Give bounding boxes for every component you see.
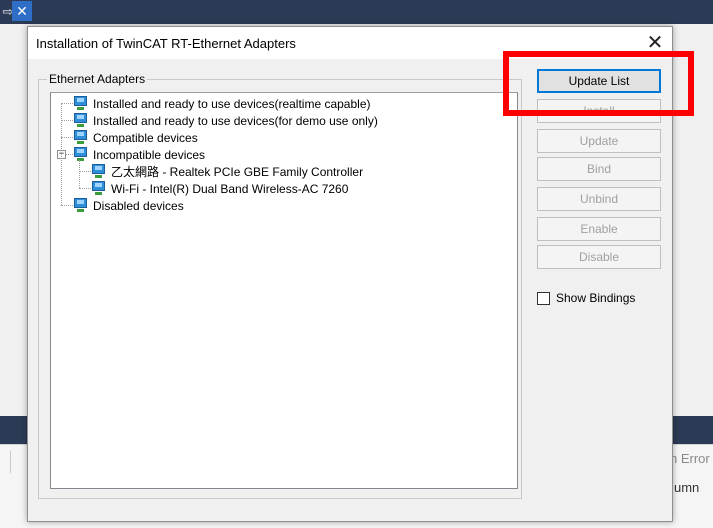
tree-node-label: Installed and ready to use devices(realt… <box>93 96 371 111</box>
column-header-fragment: umn <box>674 480 700 495</box>
dialog-title: Installation of TwinCAT RT-Ethernet Adap… <box>36 36 296 51</box>
tree-node-label: Installed and ready to use devices(for d… <box>93 113 378 128</box>
group-label: Ethernet Adapters <box>47 72 148 86</box>
network-adapter-icon <box>73 96 89 111</box>
enable-button[interactable]: Enable <box>537 217 661 241</box>
unbind-button[interactable]: Unbind <box>537 187 661 211</box>
tree-adapter[interactable]: 乙太網路 - Realtek PCIe GBE Family Controlle… <box>91 163 363 180</box>
tree-category[interactable]: Disabled devices <box>73 197 184 214</box>
network-adapter-icon <box>73 198 89 213</box>
tree-category[interactable]: Installed and ready to use devices(for d… <box>73 112 378 129</box>
tree-node-label: 乙太網路 - Realtek PCIe GBE Family Controlle… <box>111 165 364 179</box>
tree-node-label: Compatible devices <box>93 130 198 145</box>
network-adapter-icon <box>73 113 89 128</box>
tree-adapter[interactable]: Wi-Fi - Intel(R) Dual Band Wireless-AC 7… <box>91 180 348 197</box>
tree-connector <box>61 137 73 138</box>
tree-category[interactable]: Installed and ready to use devices(realt… <box>73 95 371 112</box>
tree-connector <box>79 188 91 189</box>
network-adapter-icon <box>91 181 107 196</box>
tree-connector <box>61 120 73 121</box>
ide-tab-close-icon[interactable]: ✕ <box>12 1 32 21</box>
adapter-tree[interactable]: Installed and ready to use devices(realt… <box>50 92 518 489</box>
tree-child-trunk <box>79 160 80 188</box>
tree-category[interactable]: Compatible devices <box>73 129 198 146</box>
tree-node-label: Wi-Fi - Intel(R) Dual Band Wireless-AC 7… <box>111 181 349 196</box>
tree-connector <box>61 205 73 206</box>
tree-category[interactable]: Incompatible devices <box>73 146 205 163</box>
tree-connector <box>79 171 91 172</box>
tree-node-label: Disabled devices <box>93 198 184 213</box>
bind-button[interactable]: Bind <box>537 157 661 181</box>
tree-trunk <box>61 103 62 205</box>
network-adapter-icon <box>73 130 89 145</box>
network-adapter-icon <box>73 147 89 162</box>
show-bindings-checkbox[interactable] <box>537 291 550 305</box>
tree-connector <box>61 103 73 104</box>
update-button[interactable]: Update <box>537 129 661 153</box>
show-bindings-option[interactable]: Show Bindings <box>537 291 635 305</box>
show-bindings-label: Show Bindings <box>556 291 636 305</box>
toolbar-separator <box>10 451 11 473</box>
error-list-search-fragment: h Error <box>670 451 710 466</box>
annotation-highlight <box>503 51 694 116</box>
tree-node-label: Incompatible devices <box>93 147 206 162</box>
disable-button[interactable]: Disable <box>537 245 661 269</box>
ide-title-strip: ⇨ ✕ <box>0 0 713 24</box>
network-adapter-icon <box>91 164 107 179</box>
